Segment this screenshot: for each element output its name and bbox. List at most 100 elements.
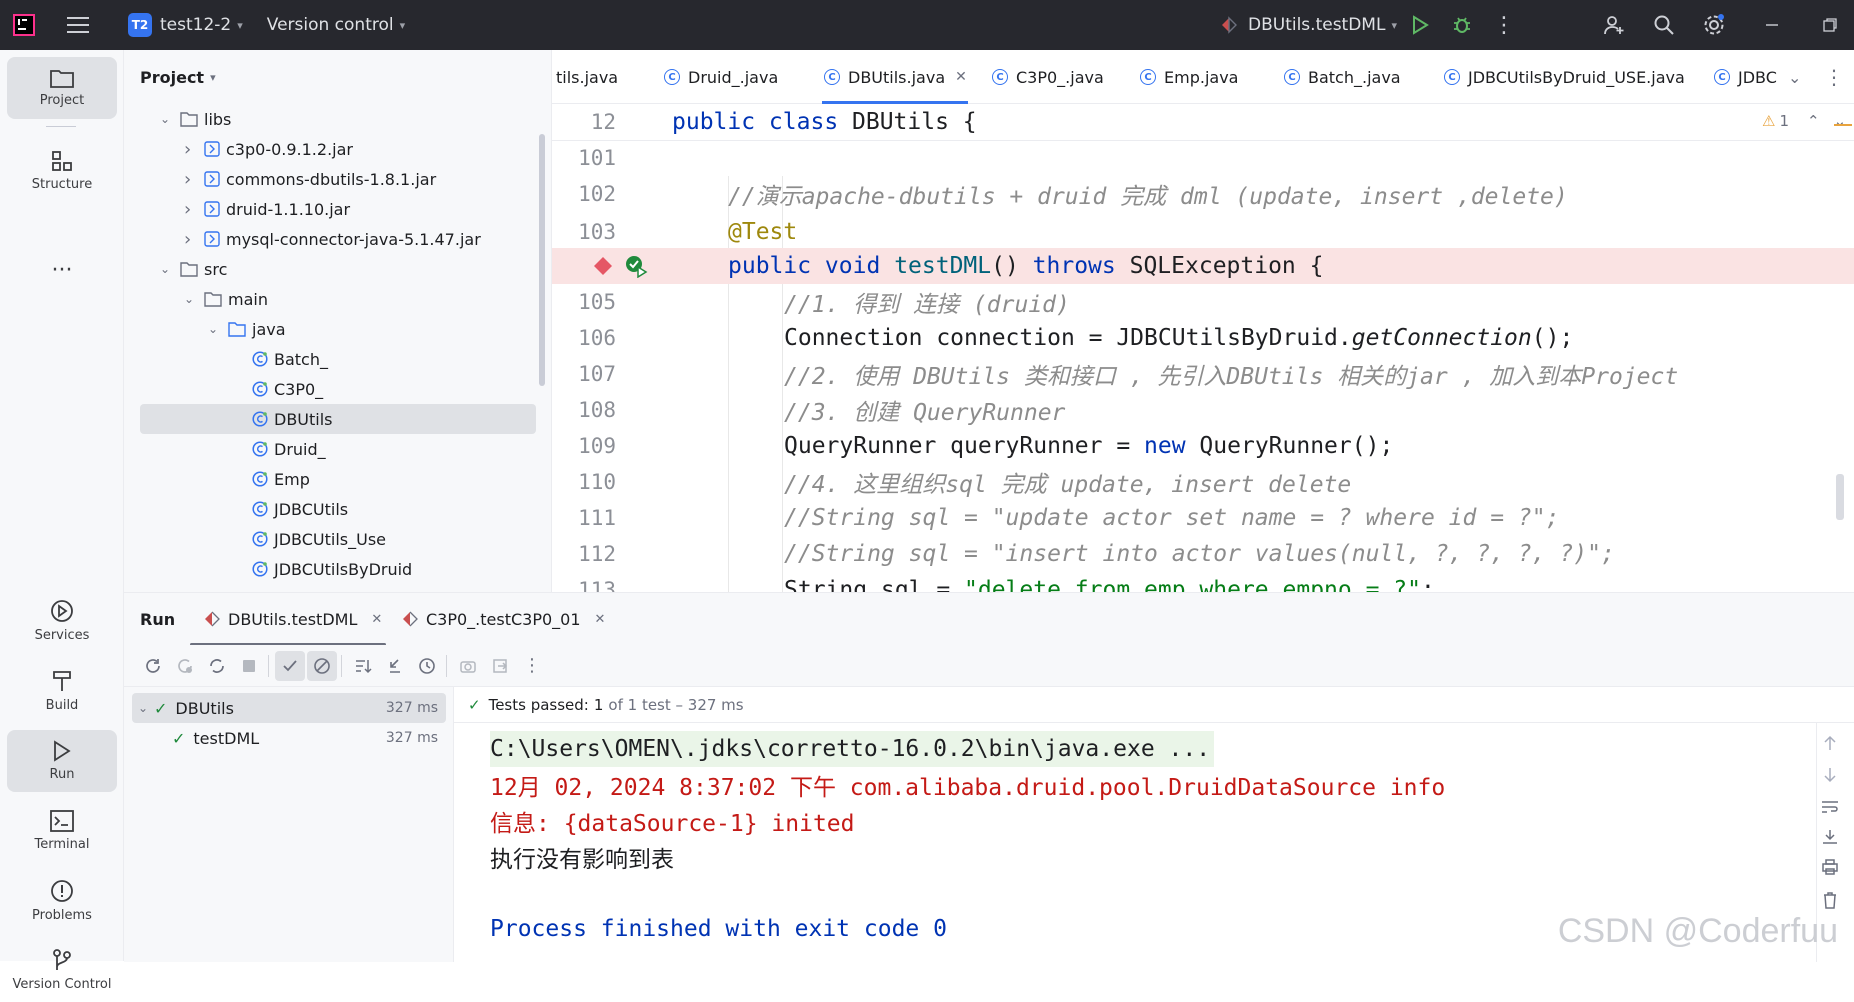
code-keyword: public void [728,253,881,279]
inspection-widget[interactable]: ⚠ 1 ⌃ ⌄ [1762,112,1846,130]
version-control-menu[interactable]: Version control ▾ [267,0,405,50]
tool-project[interactable]: Project [7,57,117,119]
test-case-time: 327 ms [385,730,438,746]
editor-tab[interactable]: C JDBC [1714,50,1777,104]
tree-item-jar[interactable]: › druid-1.1.10.jar [140,194,536,224]
show-passed-icon[interactable] [275,650,305,681]
editor-tab[interactable]: tils.java [556,50,618,104]
tab-list-chevron-icon[interactable]: ⌄ [1788,50,1801,104]
settings-gear-icon[interactable] [1694,0,1734,50]
scroll-down-icon[interactable] [1818,767,1842,783]
app-logo-icon[interactable] [4,0,44,50]
chevron-down-icon[interactable]: ⌄ [184,292,204,306]
close-tab-icon[interactable]: ✕ [595,612,606,627]
export-icon[interactable] [485,651,515,681]
tree-item-folder[interactable]: ⌄ libs [140,104,536,134]
run-test-gutter-icon[interactable] [624,254,648,278]
sort-icon[interactable] [348,651,378,681]
run-icon [52,740,72,762]
code-view[interactable]: 12 public class DBUtils { ⚠ 1 ⌃ ⌄ 101 102 //… [552,104,1854,592]
collapse-all-icon[interactable] [380,651,410,681]
restore-window-button[interactable] [1810,0,1850,50]
minimize-window-button[interactable] [1752,0,1792,50]
more-tools-icon[interactable]: ··· [7,250,117,290]
tree-item-class[interactable]: Druid_ [140,434,536,464]
editor-tab[interactable]: C JDBCUtilsByDruid_USE.java [1444,50,1685,104]
test-suite-row[interactable]: ⌄ ✓ DBUtils 327 ms [132,693,446,723]
tree-item-jar[interactable]: › commons-dbutils-1.8.1.jar [140,164,536,194]
search-icon[interactable] [1644,0,1684,50]
project-panel-header[interactable]: Project ▾ [124,50,551,104]
tool-terminal[interactable]: Terminal [7,800,117,862]
rerun-failed-icon[interactable] [170,651,200,681]
chevron-down-icon[interactable]: ⌄ [160,262,180,276]
chevron-right-icon[interactable]: › [184,199,204,220]
scroll-to-end-icon[interactable] [1818,829,1842,845]
print-icon[interactable] [1818,859,1842,875]
editor-tab[interactable]: C Batch_.java [1284,50,1401,104]
toggle-auto-test-icon[interactable] [202,651,232,681]
chevron-down-icon[interactable]: ⌄ [160,112,180,126]
tree-item-folder[interactable]: ⌄ src [140,254,536,284]
tree-item-class[interactable]: Batch_ [140,344,536,374]
chevron-right-icon[interactable]: › [184,229,204,250]
tree-item-folder[interactable]: ⌄ main [140,284,536,314]
tree-item-class[interactable]: JDBCUtils [140,494,536,524]
run-tab-dbutils[interactable]: DBUtils.testDML ✕ [204,593,382,645]
tool-version-control[interactable]: Version Control [7,940,117,1002]
more-actions-icon[interactable]: ⋮ [1484,0,1524,50]
clear-trash-icon[interactable] [1818,891,1842,909]
editor-tab[interactable]: C Druid_.java [664,50,778,104]
warning-stripe[interactable] [1834,124,1852,126]
more-options-icon[interactable]: ⋮ [517,651,547,681]
tree-item-class[interactable]: C3P0_ [140,374,536,404]
line-number: 109 [578,434,616,458]
tree-item-jar[interactable]: › c3p0-0.9.1.2.jar [140,134,536,164]
tree-item-label: commons-dbutils-1.8.1.jar [226,169,437,189]
chevron-down-icon[interactable]: ⌄ [208,322,228,336]
editor-scrollbar[interactable] [1836,474,1844,520]
debug-icon[interactable] [1442,0,1482,50]
show-ignored-icon[interactable] [307,650,337,681]
more-tabs-icon[interactable]: ⋮ [1824,50,1844,104]
project-switcher[interactable]: T2 test12-2 ▾ [128,0,243,50]
tool-run[interactable]: Run [7,730,117,792]
chevron-right-icon[interactable]: › [184,139,204,160]
tool-problems[interactable]: Problems [7,870,117,932]
chevron-right-icon[interactable]: › [184,169,204,190]
tree-item-class[interactable]: Emp [140,464,536,494]
tool-build[interactable]: Build [7,660,117,722]
main-menu-icon[interactable] [58,0,98,50]
run-config-name: DBUtils.testDML [1248,15,1386,35]
breakpoint-icon[interactable] [593,256,613,276]
editor-tab[interactable]: C C3P0_.java [992,50,1104,104]
rerun-icon[interactable] [138,651,168,681]
close-tab-icon[interactable]: ✕ [371,612,382,627]
project-scrollbar[interactable] [539,134,545,386]
soft-wrap-icon[interactable] [1818,799,1842,815]
tree-item-class[interactable]: DBUtils [140,404,536,434]
editor-tab[interactable]: C Emp.java [1140,50,1238,104]
test-history-icon[interactable] [412,651,442,681]
tab-label: Batch_.java [1308,67,1401,87]
scroll-up-icon[interactable] [1818,735,1842,751]
run-config-selector[interactable]: DBUtils.testDML ▾ [1220,0,1397,50]
close-tab-icon[interactable]: ✕ [955,69,967,85]
previous-highlight-icon[interactable]: ⌃ [1807,112,1820,130]
code-line: 113 String sql = "delete from emp where e… [552,572,1854,592]
tool-services[interactable]: Services [7,590,117,652]
editor-tab-active[interactable]: C DBUtils.java ✕ [822,50,968,104]
test-status-line: ✓ Tests passed: 1 of 1 test – 327 ms [454,687,1854,723]
tree-item-jar[interactable]: › mysql-connector-java-5.1.47.jar [140,224,536,254]
add-user-icon[interactable] [1594,0,1634,50]
test-case-row[interactable]: ✓ testDML 327 ms [172,723,446,753]
tool-structure[interactable]: Structure [7,140,117,202]
tree-item-class[interactable]: JDBCUtilsByDruid [140,554,536,584]
run-tab-c3p0[interactable]: C3P0_.testC3P0_01 ✕ [402,593,605,645]
run-icon[interactable] [1400,0,1440,50]
next-highlight-icon[interactable]: ⌄ [1834,112,1847,130]
camera-icon[interactable] [453,651,483,681]
stop-icon[interactable] [234,651,264,681]
tree-item-folder[interactable]: ⌄ java [140,314,536,344]
tree-item-class[interactable]: JDBCUtils_Use [140,524,536,554]
